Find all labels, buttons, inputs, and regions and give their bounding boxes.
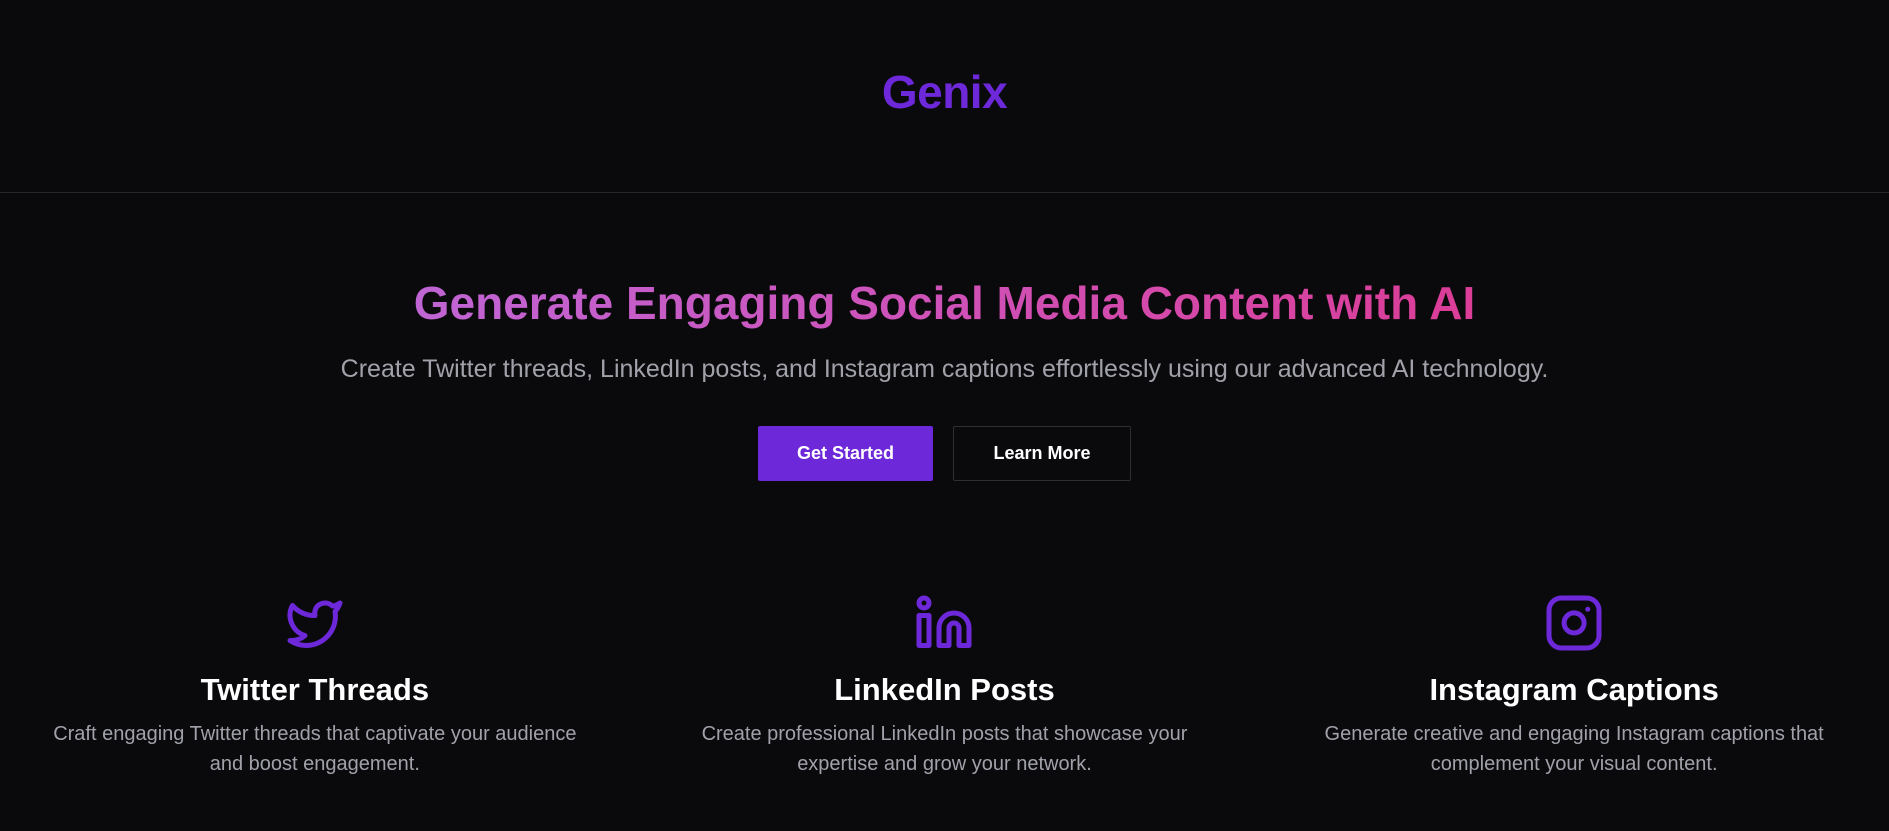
learn-more-button[interactable]: Learn More (953, 426, 1131, 481)
get-started-button[interactable]: Get Started (758, 426, 933, 481)
logo[interactable]: Genix (882, 65, 1008, 119)
twitter-icon (287, 600, 343, 648)
hero-subtitle: Create Twitter threads, LinkedIn posts, … (340, 355, 1549, 383)
linkedin-icon (916, 595, 972, 648)
feature-title: Instagram Captions (1429, 672, 1719, 707)
feature-description: Create professional LinkedIn posts that … (701, 723, 1188, 775)
hero-actions: Get Started Learn More (0, 426, 1889, 481)
site-header: Genix (0, 0, 1889, 193)
hero-section: Generate Engaging Social Media Content w… (0, 193, 1889, 481)
feature-card-twitter: Twitter Threads Craft engaging Twitter t… (0, 593, 630, 779)
feature-description: Craft engaging Twitter threads that capt… (53, 723, 577, 775)
feature-card-linkedin: LinkedIn Posts Create professional Linke… (630, 593, 1260, 779)
feature-description: Generate creative and engaging Instagram… (1324, 723, 1824, 775)
instagram-icon (1546, 595, 1602, 651)
hero-title: Generate Engaging Social Media Content w… (414, 272, 1476, 334)
feature-card-instagram: Instagram Captions Generate creative and… (1259, 593, 1889, 779)
feature-title: Twitter Threads (200, 672, 430, 707)
features-section: Twitter Threads Craft engaging Twitter t… (0, 593, 1889, 779)
feature-title: LinkedIn Posts (834, 672, 1055, 707)
